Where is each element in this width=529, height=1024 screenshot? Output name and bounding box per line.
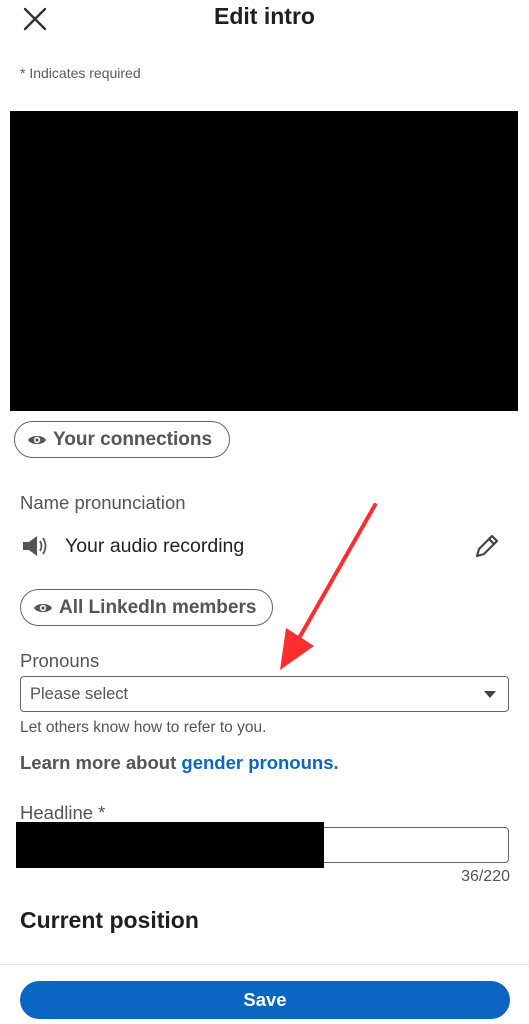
required-note: * Indicates required bbox=[20, 65, 141, 81]
chevron-down-icon bbox=[484, 691, 496, 698]
pronouns-helper-text: Let others know how to refer to you. bbox=[20, 719, 267, 736]
profile-photo-redacted bbox=[10, 111, 518, 411]
pronouns-label: Pronouns bbox=[20, 650, 100, 671]
headline-label: Headline * bbox=[20, 802, 106, 823]
pronunciation-visibility-label: All LinkedIn members bbox=[59, 596, 257, 618]
learn-more-prefix: Learn more about bbox=[20, 752, 182, 773]
learn-more-suffix: . bbox=[333, 752, 339, 773]
play-audio-button[interactable] bbox=[21, 533, 49, 559]
eye-icon bbox=[28, 435, 46, 444]
speaker-icon bbox=[23, 536, 47, 556]
headline-value-redacted bbox=[16, 822, 324, 868]
pronouns-select[interactable]: Please select bbox=[20, 676, 509, 712]
save-button[interactable]: Save bbox=[20, 981, 510, 1019]
pronouns-select-value: Please select bbox=[30, 685, 129, 703]
learn-more-text: Learn more about gender pronouns. bbox=[20, 752, 339, 774]
audio-recording-text: Your audio recording bbox=[65, 535, 245, 557]
name-pronunciation-label: Name pronunciation bbox=[20, 492, 186, 513]
footer-divider bbox=[0, 964, 529, 965]
gender-pronouns-link[interactable]: gender pronouns bbox=[181, 752, 333, 773]
edit-pronunciation-button[interactable] bbox=[472, 531, 502, 561]
page-title: Edit intro bbox=[214, 3, 315, 29]
eye-icon bbox=[34, 603, 52, 612]
headline-char-counter: 36/220 bbox=[461, 868, 510, 885]
pronunciation-visibility-button[interactable]: All LinkedIn members bbox=[20, 589, 273, 626]
current-position-title: Current position bbox=[20, 907, 199, 933]
photo-visibility-button[interactable]: Your connections bbox=[14, 421, 230, 458]
photo-visibility-label: Your connections bbox=[53, 428, 213, 450]
annotation-arrow-icon bbox=[280, 503, 377, 670]
pencil-icon bbox=[475, 534, 499, 558]
